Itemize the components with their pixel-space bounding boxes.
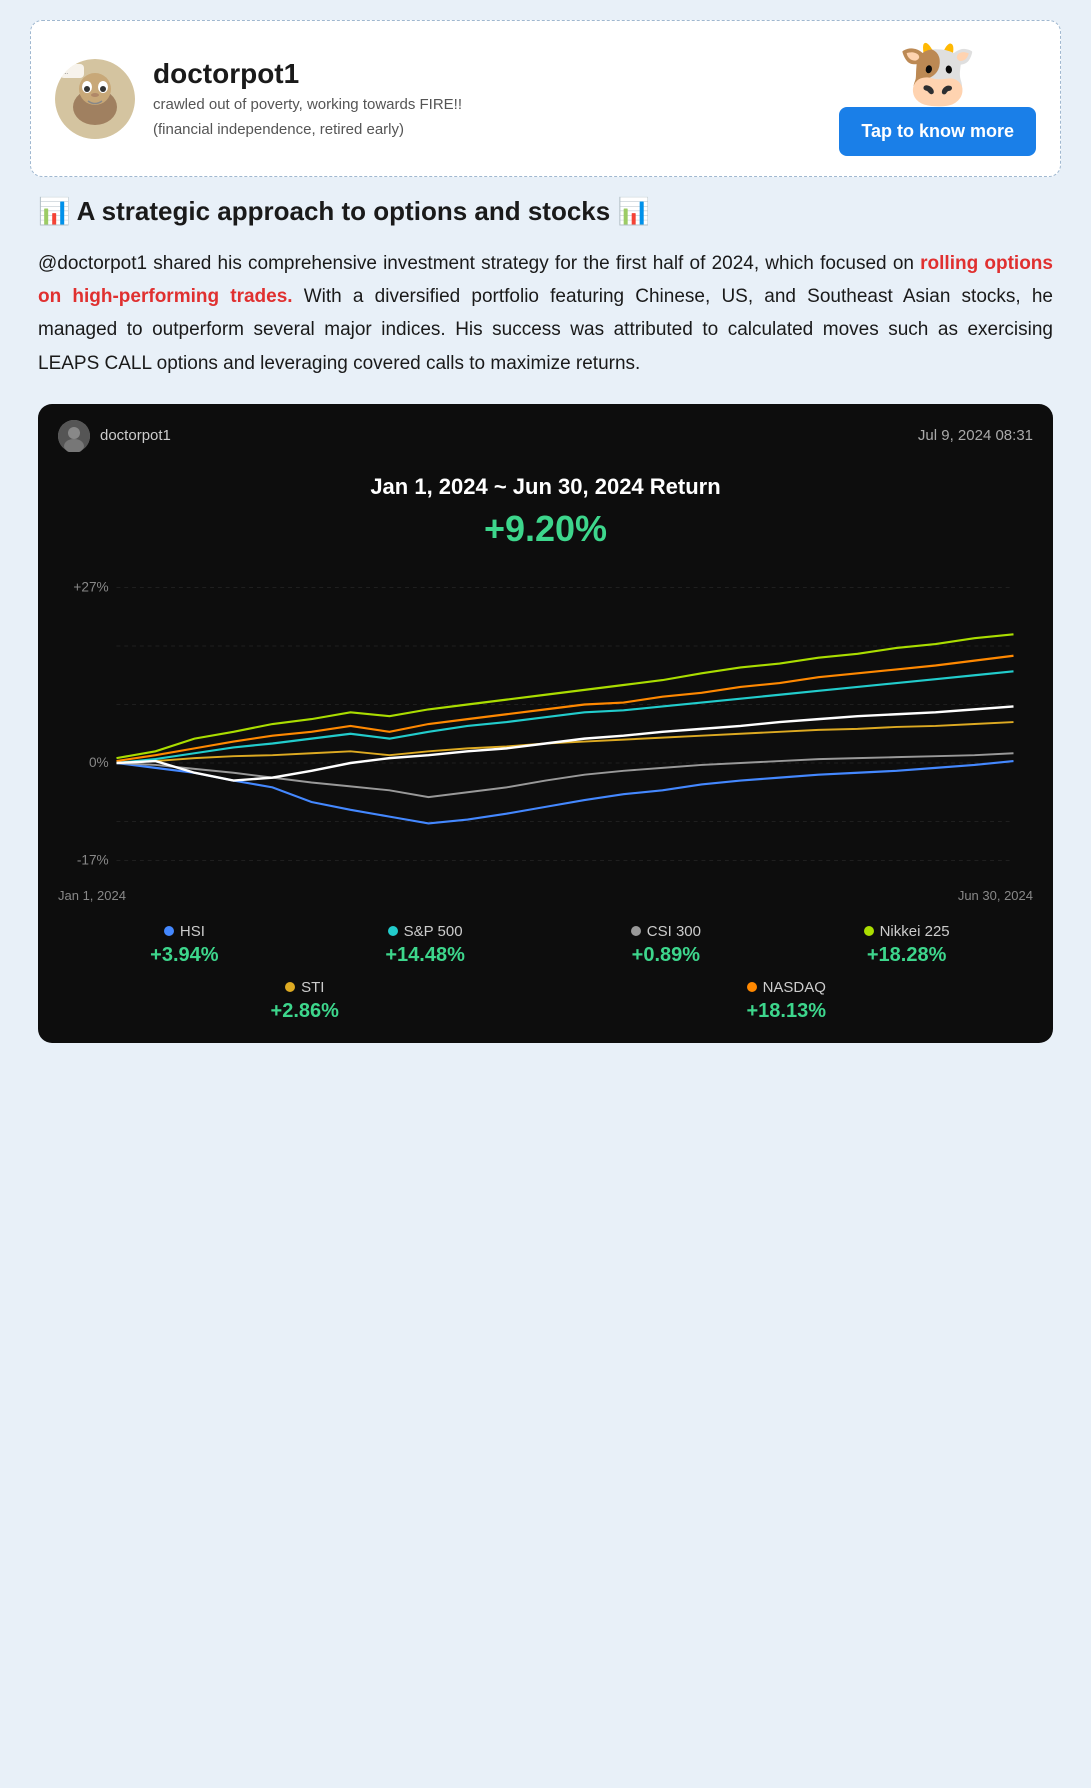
- profile-header: ... doctorpot1 crawled out of poverty, w…: [30, 20, 1061, 177]
- mascot-icon: 🐮: [898, 41, 978, 105]
- legend-name-nikkei: Nikkei 225: [880, 923, 950, 940]
- chart-author: doctorpot1: [58, 420, 171, 452]
- profile-left: ... doctorpot1 crawled out of poverty, w…: [55, 58, 462, 140]
- legend-name-nasdaq: NASDAQ: [763, 979, 826, 996]
- tap-to-know-more-button[interactable]: Tap to know more: [839, 107, 1036, 156]
- chart-title-section: Jan 1, 2024 ~ Jun 30, 2024 Return +9.20%: [38, 464, 1053, 564]
- svg-text:...: ...: [63, 70, 68, 76]
- avatar: ...: [55, 59, 135, 139]
- article-section: 📊 A strategic approach to options and st…: [30, 185, 1061, 1043]
- legend-dot-sti: [285, 982, 295, 992]
- legend-label-row-sp500: S&P 500: [388, 923, 463, 940]
- title-text: A strategic approach to options and stoc…: [77, 196, 611, 226]
- body-part1: @doctorpot1 shared his comprehensive inv…: [38, 253, 920, 274]
- legend-label-row-nasdaq: NASDAQ: [747, 979, 826, 996]
- legend-item-sp500: S&P 500 +14.48%: [309, 923, 542, 967]
- legend-name-csi300: CSI 300: [647, 923, 701, 940]
- legend-value-csi300: +0.89%: [632, 944, 700, 967]
- legend-value-hsi: +3.94%: [150, 944, 218, 967]
- legend-label-row-hsi: HSI: [164, 923, 205, 940]
- title-icon-right: 📊: [617, 196, 649, 226]
- legend-name-hsi: HSI: [180, 923, 205, 940]
- legend-label-row-nikkei: Nikkei 225: [864, 923, 950, 940]
- legend-value-nikkei: +18.28%: [867, 944, 947, 967]
- legend-dot-nikkei: [864, 926, 874, 936]
- legend-value-nasdaq: +18.13%: [746, 1000, 826, 1023]
- avatar-svg: ...: [55, 59, 135, 139]
- article-title: 📊 A strategic approach to options and st…: [38, 195, 1053, 229]
- chart-card: doctorpot1 Jul 9, 2024 08:31 Jan 1, 2024…: [38, 404, 1053, 1043]
- legend-label-row-csi300: CSI 300: [631, 923, 701, 940]
- legend-value-sp500: +14.48%: [385, 944, 465, 967]
- chart-legend-bottom: STI +2.86% NASDAQ +18.13%: [38, 975, 1053, 1023]
- chart-author-name: doctorpot1: [100, 427, 171, 444]
- legend-dot-csi300: [631, 926, 641, 936]
- legend-dot-nasdaq: [747, 982, 757, 992]
- chart-x-start: Jan 1, 2024: [58, 888, 126, 903]
- chart-x-end: Jun 30, 2024: [958, 888, 1033, 903]
- profile-username: doctorpot1: [153, 58, 462, 90]
- legend-dot-hsi: [164, 926, 174, 936]
- chart-header: doctorpot1 Jul 9, 2024 08:31: [38, 404, 1053, 464]
- profile-info: doctorpot1 crawled out of poverty, worki…: [153, 58, 462, 140]
- profile-bio-line1: crawled out of poverty, working towards …: [153, 94, 462, 115]
- chart-return-value: +9.20%: [58, 508, 1033, 550]
- svg-text:+27%: +27%: [73, 579, 108, 594]
- svg-text:-17%: -17%: [77, 852, 109, 867]
- legend-item-hsi: HSI +3.94%: [68, 923, 301, 967]
- svg-text:0%: 0%: [89, 755, 109, 770]
- profile-bio-line2: (financial independence, retired early): [153, 119, 462, 140]
- page-container: ... doctorpot1 crawled out of poverty, w…: [0, 0, 1091, 1083]
- chart-author-avatar: [58, 420, 90, 452]
- legend-item-sti: STI +2.86%: [68, 979, 542, 1023]
- chart-legend-top: HSI +3.94% S&P 500 +14.48% CSI 300: [38, 903, 1053, 975]
- legend-item-csi300: CSI 300 +0.89%: [550, 923, 783, 967]
- chart-svg-container: +27% 0% -17%: [38, 564, 1053, 903]
- chart-x-labels: Jan 1, 2024 Jun 30, 2024: [58, 884, 1033, 903]
- legend-value-sti: +2.86%: [271, 1000, 339, 1023]
- legend-name-sti: STI: [301, 979, 324, 996]
- title-icon-left: 📊: [38, 196, 70, 226]
- legend-dot-sp500: [388, 926, 398, 936]
- legend-item-nasdaq: NASDAQ +18.13%: [550, 979, 1024, 1023]
- legend-item-nikkei: Nikkei 225 +18.28%: [790, 923, 1023, 967]
- legend-label-row-sti: STI: [285, 979, 324, 996]
- chart-timestamp: Jul 9, 2024 08:31: [918, 427, 1033, 444]
- header-right: 🐮 Tap to know more: [839, 41, 1036, 156]
- article-body: @doctorpot1 shared his comprehensive inv…: [38, 247, 1053, 380]
- chart-main-title: Jan 1, 2024 ~ Jun 30, 2024 Return: [58, 474, 1033, 500]
- chart-svg: +27% 0% -17%: [58, 564, 1033, 884]
- legend-name-sp500: S&P 500: [404, 923, 463, 940]
